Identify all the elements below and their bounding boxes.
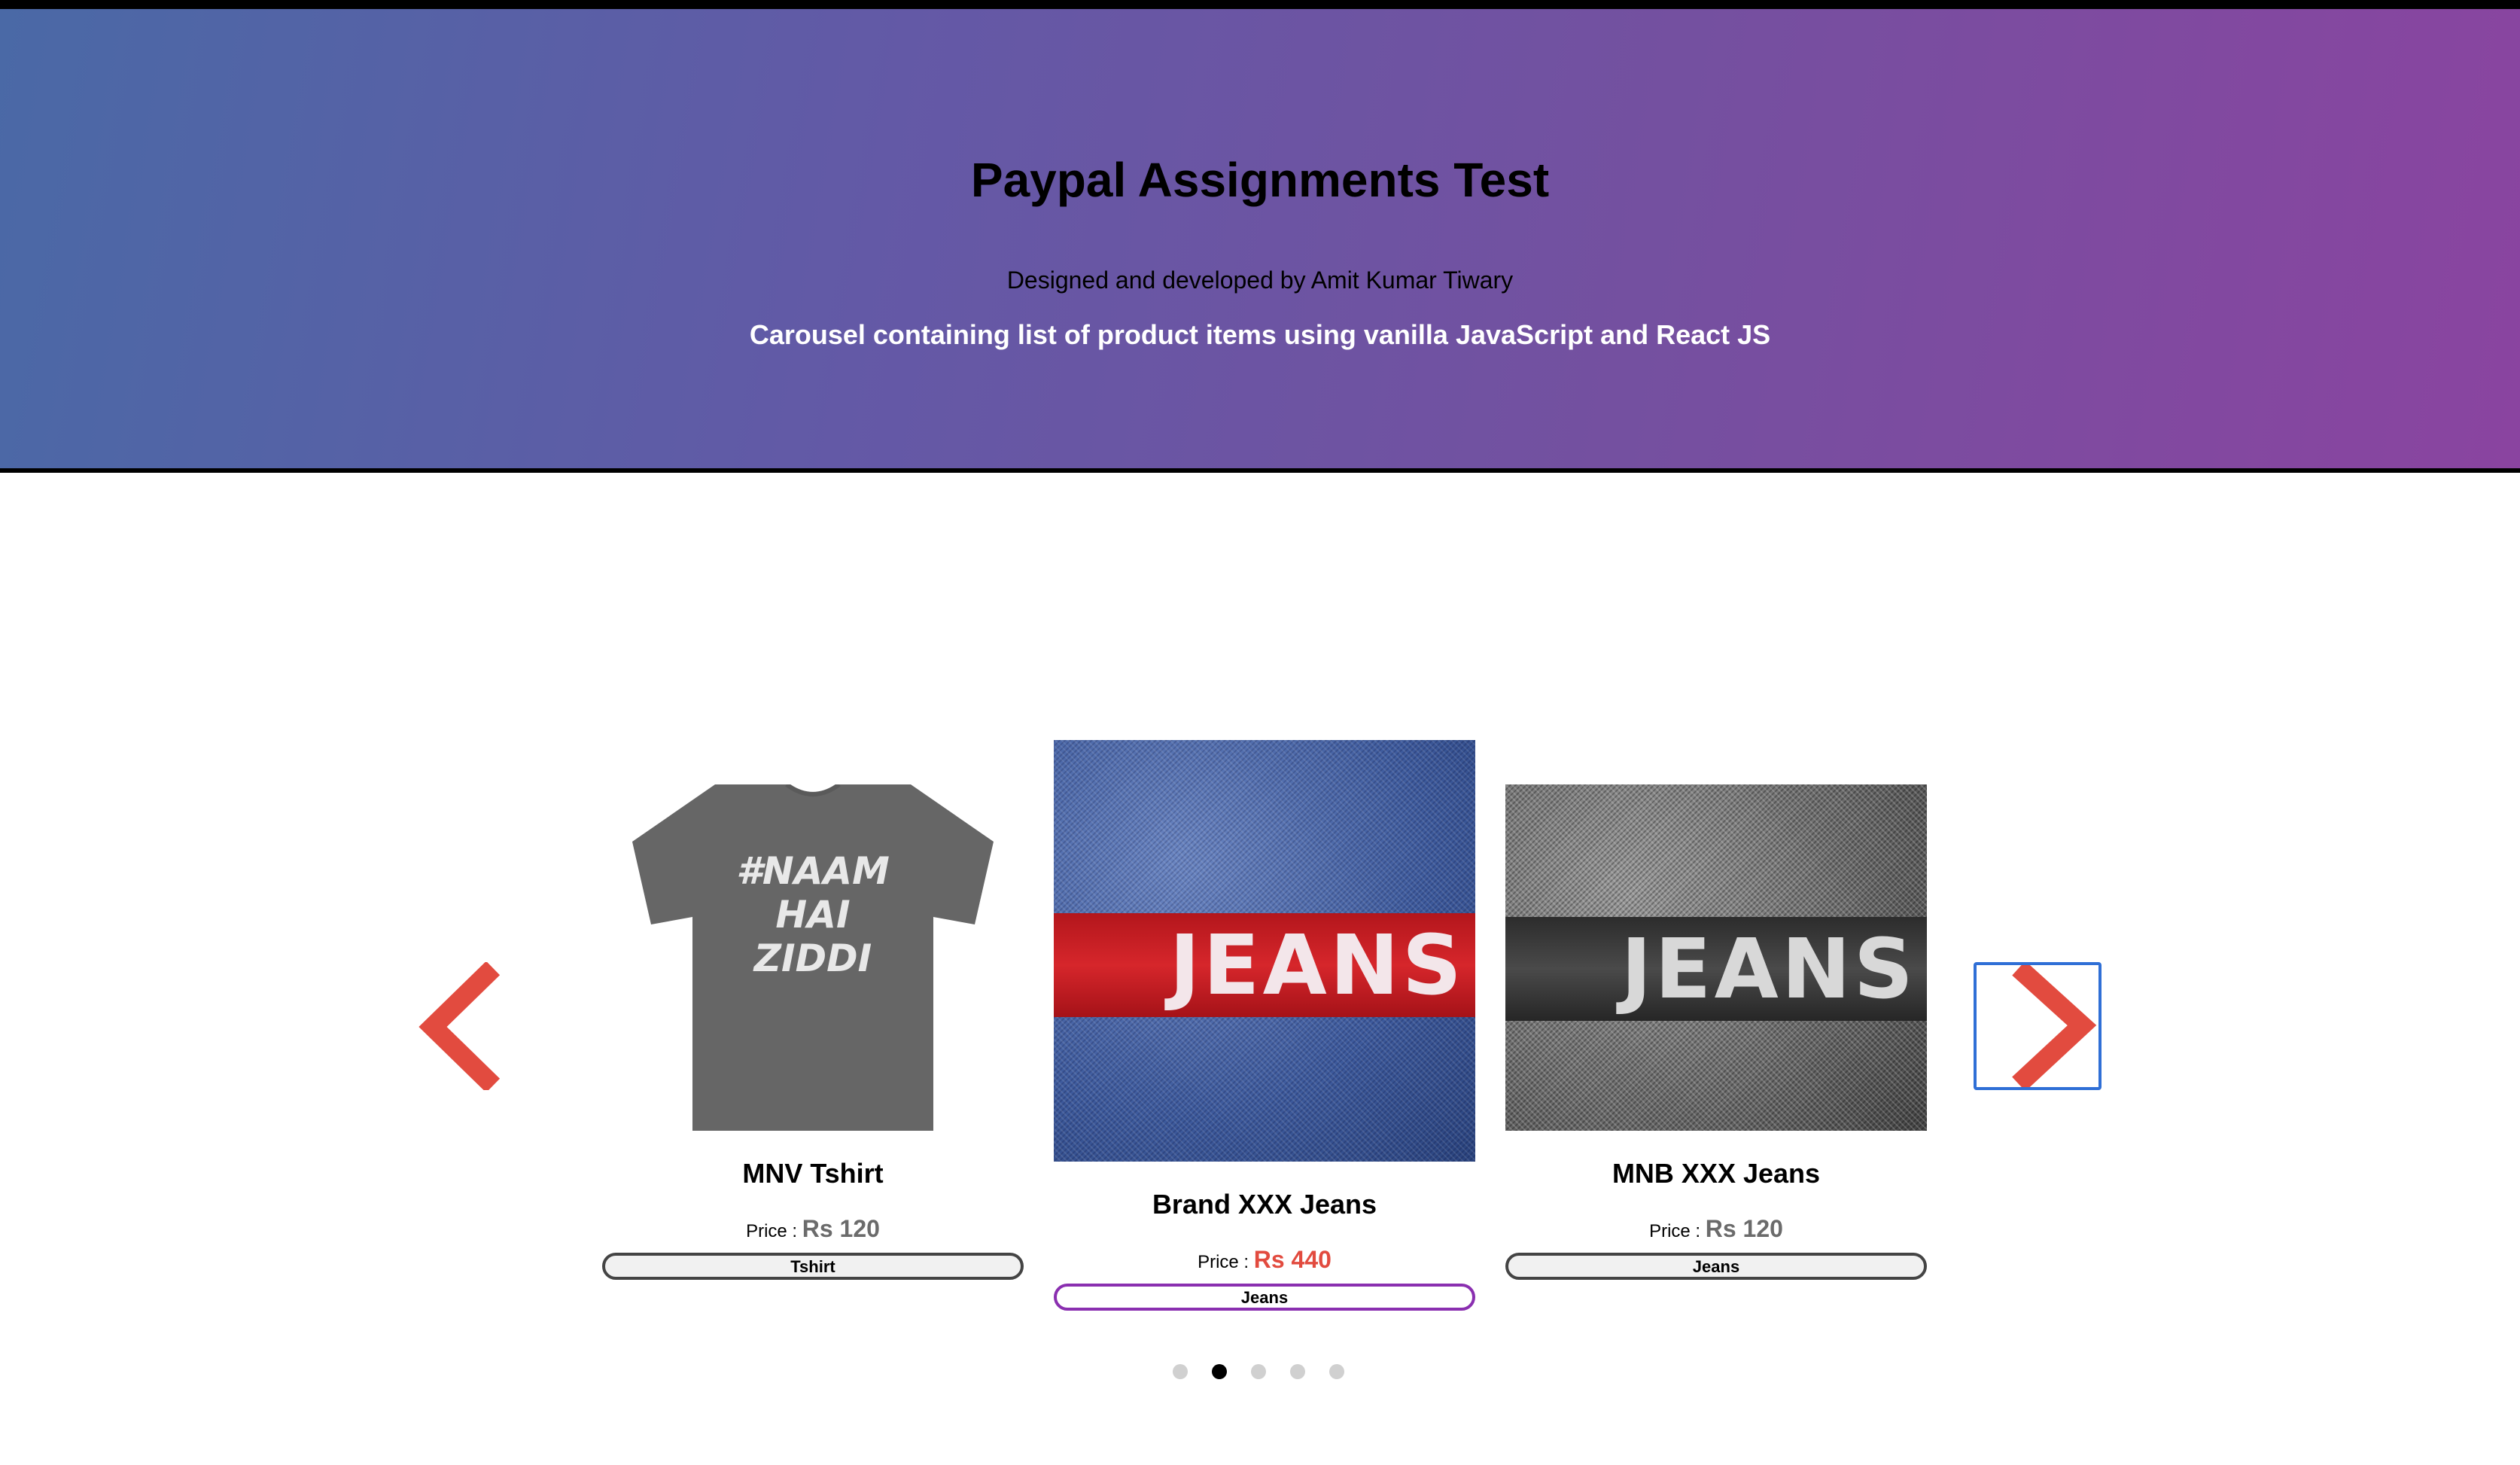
carousel-pagination bbox=[1173, 1364, 1344, 1379]
product-price-row: Price : Rs 440 bbox=[1054, 1246, 1475, 1276]
product-image-jeans-gray: JEANS bbox=[1505, 784, 1927, 1131]
carousel-dot[interactable] bbox=[1173, 1364, 1188, 1379]
price-value: Rs 120 bbox=[1705, 1215, 1783, 1242]
product-name: MNV Tshirt bbox=[742, 1158, 884, 1189]
tshirt-print-line-3: ZIDDI bbox=[753, 937, 872, 980]
product-image-tshirt: #NAAM HAI ZIDDI bbox=[602, 784, 1024, 1131]
tshirt-print-line-1: #NAAM bbox=[736, 849, 890, 893]
price-value: Rs 120 bbox=[802, 1215, 880, 1242]
chevron-right-icon bbox=[2012, 965, 2097, 1087]
price-label: Price : bbox=[746, 1221, 798, 1241]
price-value: Rs 440 bbox=[1253, 1246, 1332, 1273]
price-label: Price : bbox=[1649, 1221, 1701, 1241]
tshirt-print-line-2: HAI bbox=[775, 893, 850, 937]
carousel-dot-active[interactable] bbox=[1212, 1364, 1227, 1379]
category-tag: Tshirt bbox=[602, 1253, 1024, 1280]
carousel-dot[interactable] bbox=[1251, 1364, 1266, 1379]
page-title: Paypal Assignments Test bbox=[970, 153, 1550, 207]
product-price-row: Price : Rs 120 bbox=[602, 1215, 1024, 1245]
product-name: Brand XXX Jeans bbox=[1152, 1189, 1377, 1220]
carousel-prev-button[interactable] bbox=[410, 962, 538, 1090]
chevron-left-icon bbox=[418, 962, 501, 1090]
jeans-label-band: JEANS bbox=[1054, 913, 1475, 1017]
product-image-jeans: JEANS bbox=[1054, 740, 1475, 1162]
price-label: Price : bbox=[1198, 1252, 1249, 1272]
page-subtitle: Carousel containing list of product item… bbox=[749, 319, 1771, 350]
product-name: MNB XXX Jeans bbox=[1612, 1158, 1821, 1189]
category-tag: Jeans bbox=[1054, 1284, 1475, 1311]
carousel-dot[interactable] bbox=[1290, 1364, 1305, 1379]
jeans-label-band: JEANS bbox=[1505, 917, 1927, 1021]
product-price-row: Price : Rs 120 bbox=[1505, 1215, 1927, 1245]
carousel-dot[interactable] bbox=[1329, 1364, 1344, 1379]
product-card[interactable]: JEANS MNB XXX Jeans Price : Rs 120 Jeans bbox=[1505, 784, 1927, 1280]
category-tag: Jeans bbox=[1505, 1253, 1927, 1280]
product-card-active[interactable]: JEANS Brand XXX Jeans Price : Rs 440 Jea… bbox=[1054, 740, 1475, 1311]
carousel-next-button[interactable] bbox=[1974, 962, 2102, 1090]
designer-credit: Designed and developed by Amit Kumar Tiw… bbox=[1006, 267, 1514, 294]
product-card[interactable]: #NAAM HAI ZIDDI MNV Tshirt Price : Rs 12… bbox=[602, 784, 1024, 1280]
page-header: Paypal Assignments Test Designed and dev… bbox=[0, 0, 2520, 473]
